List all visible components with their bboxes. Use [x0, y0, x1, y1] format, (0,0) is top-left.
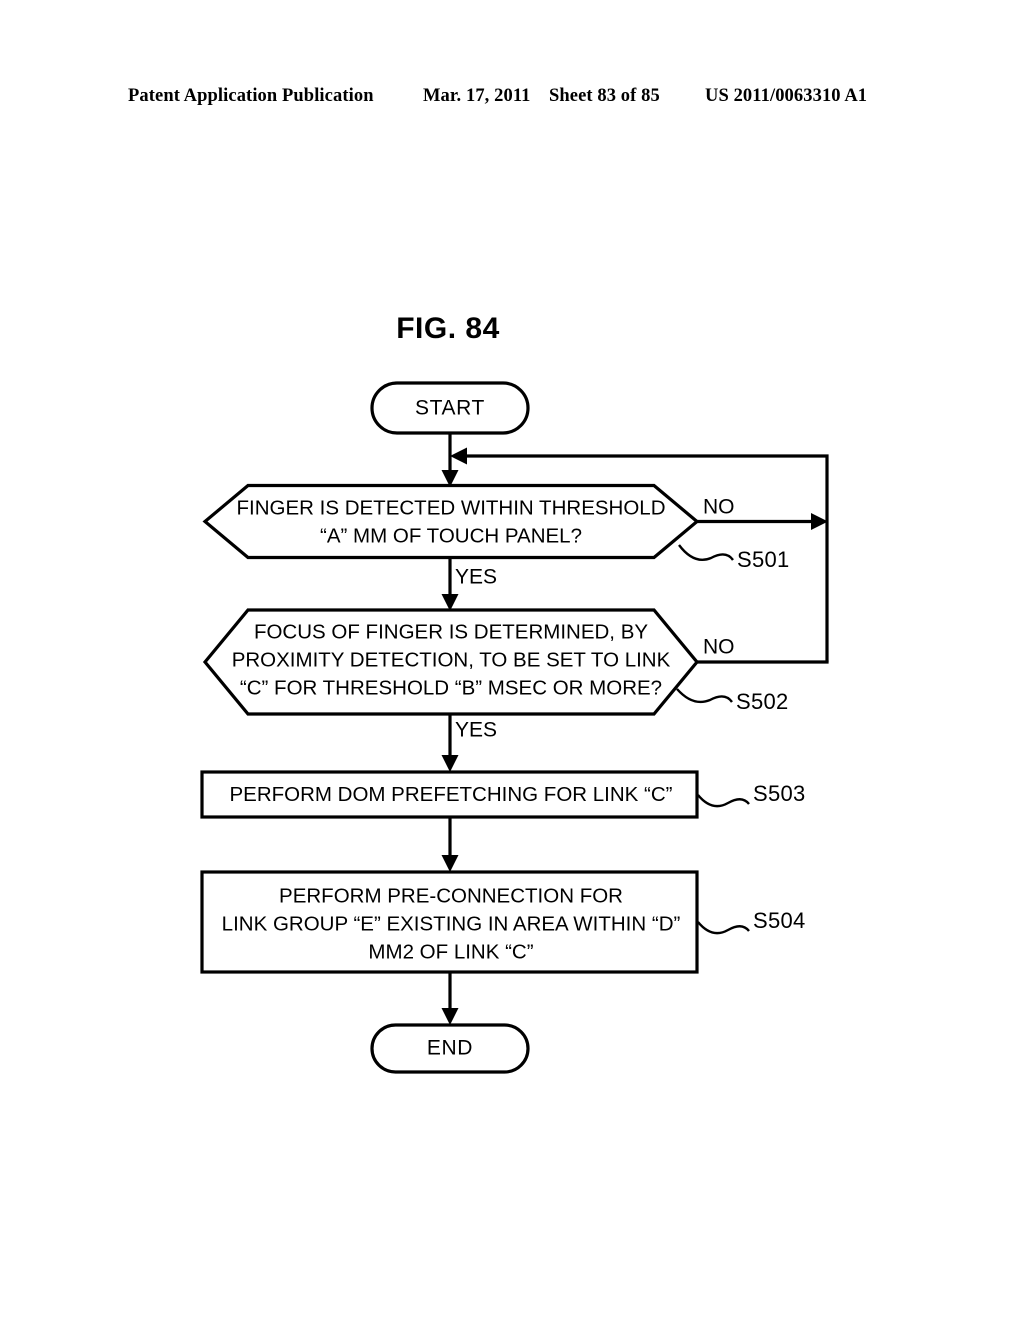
flowchart-diagram: START FINGER IS DETECTED WITHIN THRESHOL… [200, 381, 829, 1074]
flow-node-s503-line-1: PERFORM DOM PREFETCHING FOR LINK “C” [229, 783, 672, 806]
reference-leader-s502: S502 [676, 688, 789, 714]
branch-s502-yes-label: YES [455, 719, 497, 742]
flow-node-end: END [370, 1023, 530, 1074]
connector-start-to-s501 [441, 433, 459, 487]
branch-s502-no-label: NO [703, 636, 735, 659]
flow-node-s504-line-2: LINK GROUP “E” EXISTING IN AREA WITHIN “… [222, 912, 681, 935]
branch-s501-yes-label: YES [455, 566, 497, 589]
connector-s503-to-s504 [441, 817, 459, 872]
flow-node-s501: FINGER IS DETECTED WITHIN THRESHOLD “A” … [202, 483, 700, 560]
branch-s501-yes: YES [441, 557, 497, 611]
flow-node-s501-line-2: “A” MM OF TOUCH PANEL? [320, 524, 582, 547]
reference-leader-s504: S504 [697, 908, 806, 935]
flow-node-s501-line-1: FINGER IS DETECTED WITHIN THRESHOLD [236, 496, 665, 519]
reference-label-s503: S503 [753, 781, 806, 806]
branch-s501-no: NO [697, 496, 828, 530]
reference-label-s504: S504 [753, 908, 806, 933]
branch-s501-no-label: NO [703, 496, 735, 519]
flow-node-s502: FOCUS OF FINGER IS DETERMINED, BY PROXIM… [202, 608, 700, 716]
connector-s504-to-end [441, 972, 459, 1025]
reference-leader-s501: S501 [678, 544, 790, 572]
flow-node-end-label: END [427, 1037, 473, 1060]
flow-node-start: START [370, 381, 530, 435]
flow-node-s503: PERFORM DOM PREFETCHING FOR LINK “C” [200, 770, 699, 819]
flow-node-s502-line-3: “C” FOR THRESHOLD “B” MSEC OR MORE? [240, 676, 662, 699]
flow-node-start-label: START [415, 397, 485, 420]
flow-node-s504: PERFORM PRE-CONNECTION FOR LINK GROUP “E… [200, 870, 699, 974]
reference-label-s501: S501 [737, 547, 790, 572]
branch-s502-no: NO [697, 636, 829, 664]
flow-node-s502-line-1: FOCUS OF FINGER IS DETERMINED, BY [254, 620, 648, 643]
reference-leader-s503: S503 [697, 781, 806, 808]
reference-label-s502: S502 [736, 689, 789, 714]
branch-s502-yes: YES [441, 714, 497, 772]
flow-node-s502-line-2: PROXIMITY DETECTION, TO BE SET TO LINK [232, 648, 671, 671]
flow-node-s504-line-3: MM2 OF LINK “C” [368, 940, 533, 963]
flow-node-s504-line-1: PERFORM PRE-CONNECTION FOR [279, 884, 623, 907]
